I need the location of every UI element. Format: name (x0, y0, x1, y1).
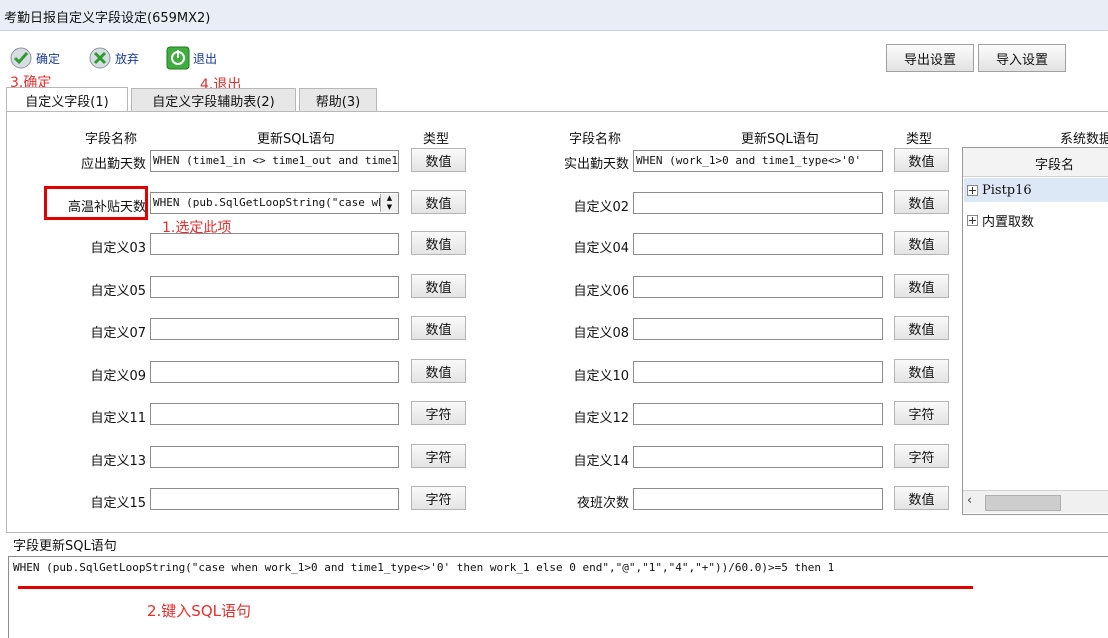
sql-input[interactable] (150, 361, 399, 383)
field-label: 自定义06 (573, 284, 629, 299)
field-label: 实出勤天数 (563, 157, 629, 172)
sql-input[interactable] (150, 403, 399, 425)
type-button[interactable]: 字符 (411, 486, 466, 510)
sql-input[interactable] (150, 446, 399, 468)
field-label: 应出勤天数 (80, 157, 146, 172)
sql-input[interactable] (150, 233, 399, 255)
type-button[interactable]: 数值 (411, 190, 466, 214)
type-button[interactable]: 数值 (894, 148, 949, 172)
sql-editor-text: WHEN (pub.SqlGetLoopString("case when wo… (13, 561, 835, 574)
field-label: 自定义14 (573, 454, 629, 469)
type-button[interactable]: 数值 (894, 316, 949, 340)
tree-node-label: 内置取数 (982, 214, 1035, 230)
sql-input[interactable]: WHEN (work_1>0 and time1_type<>'0' (633, 150, 883, 172)
field-label: 自定义15 (90, 496, 146, 511)
checkmark-icon (9, 46, 33, 70)
field-label: 夜班次数 (576, 496, 629, 511)
expand-icon[interactable] (967, 184, 978, 196)
type-button[interactable]: 数值 (411, 231, 466, 255)
expand-icon[interactable] (967, 214, 978, 226)
field-label: 自定义08 (573, 326, 629, 341)
type-button[interactable]: 字符 (411, 444, 466, 468)
export-settings-button[interactable]: 导出设置 (886, 44, 974, 72)
field-label: 自定义05 (90, 284, 146, 299)
import-settings-button[interactable]: 导入设置 (978, 44, 1066, 72)
cancel-icon (88, 46, 112, 70)
tab-help[interactable]: 帮助(3) (299, 88, 377, 111)
type-button[interactable]: 数值 (894, 359, 949, 383)
scrollbar-thumb[interactable] (985, 495, 1061, 511)
sql-input[interactable] (633, 192, 883, 214)
header-type-right: 类型 (906, 132, 933, 147)
header-field-name-left: 字段名称 (85, 132, 138, 147)
type-button[interactable]: 数值 (411, 148, 466, 172)
tab-custom-fields[interactable]: 自定义字段(1) (6, 87, 128, 112)
discard-button[interactable]: 放弃 (88, 44, 139, 72)
sql-input[interactable] (633, 361, 883, 383)
field-label: 自定义07 (90, 326, 146, 341)
field-label: 自定义12 (573, 411, 629, 426)
type-button[interactable]: 数值 (894, 486, 949, 510)
type-button[interactable]: 字符 (894, 401, 949, 425)
type-button[interactable]: 字符 (894, 444, 949, 468)
ok-label: 确定 (36, 51, 61, 66)
window-title-bar: 考勤日报自定义字段设定(659MX2) (0, 0, 1108, 31)
header-sql-right: 更新SQL语句 (741, 132, 819, 147)
type-button[interactable]: 数值 (411, 274, 466, 298)
discard-label: 放弃 (115, 51, 140, 66)
field-label: 自定义09 (90, 369, 146, 384)
horizontal-scrollbar[interactable]: ‹ (963, 490, 1108, 513)
field-label: 自定义03 (90, 241, 146, 256)
sql-input[interactable] (633, 488, 883, 510)
type-button[interactable]: 数值 (894, 190, 949, 214)
header-field-name-right: 字段名称 (569, 132, 622, 147)
field-label: 自定义11 (90, 411, 146, 426)
sql-input[interactable] (150, 318, 399, 340)
tree-node-builtin[interactable]: 内置取数 (964, 208, 1108, 232)
sql-input-selected[interactable]: WHEN (pub.SqlGetLoopString("case when wo… (150, 192, 399, 214)
type-button[interactable]: 数值 (894, 274, 949, 298)
tab-custom-field-aux-table[interactable]: 自定义字段辅助表(2) (131, 88, 296, 111)
field-label: 自定义04 (573, 241, 629, 256)
field-label: 自定义10 (573, 369, 629, 384)
sql-input[interactable] (633, 276, 883, 298)
scroll-left-icon[interactable]: ‹ (967, 493, 972, 508)
header-type-left: 类型 (423, 132, 450, 147)
field-label: 自定义02 (573, 200, 629, 215)
bottom-sql-label: 字段更新SQL语句 (13, 539, 117, 554)
header-sql-left: 更新SQL语句 (257, 132, 335, 147)
tree-node-pistp16[interactable]: Pistp16 (964, 178, 1108, 202)
spin-arrows-icon[interactable]: ▲ ▼ (380, 194, 398, 212)
annotation-enter-sql: 2.键入SQL语句 (147, 602, 251, 620)
exit-label: 退出 (193, 51, 218, 66)
header-system-data: 系统数据 (1060, 132, 1108, 147)
underline-annotation (18, 586, 973, 589)
type-button[interactable]: 数值 (411, 359, 466, 383)
power-icon (166, 46, 190, 70)
sql-input[interactable] (150, 276, 399, 298)
sql-input[interactable] (633, 403, 883, 425)
tree-header: 字段名 (963, 148, 1108, 177)
sql-input[interactable] (150, 488, 399, 510)
sql-input[interactable]: WHEN (time1_in <> time1_out and time1_ty… (150, 150, 399, 172)
field-label: 自定义13 (90, 454, 146, 469)
sql-input[interactable] (633, 233, 883, 255)
window-title: 考勤日报自定义字段设定(659MX2) (4, 11, 211, 26)
type-button[interactable]: 字符 (411, 401, 466, 425)
field-label-selected[interactable]: 高温补贴天数 (68, 196, 146, 215)
sql-input[interactable] (633, 318, 883, 340)
sql-input[interactable] (633, 446, 883, 468)
tree-node-label: Pistp16 (982, 182, 1032, 198)
tree-header-label: 字段名 (1035, 158, 1075, 173)
sql-editor[interactable]: WHEN (pub.SqlGetLoopString("case when wo… (8, 556, 1108, 638)
type-button[interactable]: 数值 (411, 316, 466, 340)
system-data-tree (962, 147, 1108, 515)
type-button[interactable]: 数值 (894, 231, 949, 255)
ok-button[interactable]: 确定 (9, 44, 60, 72)
exit-button[interactable]: 退出 (166, 44, 217, 72)
